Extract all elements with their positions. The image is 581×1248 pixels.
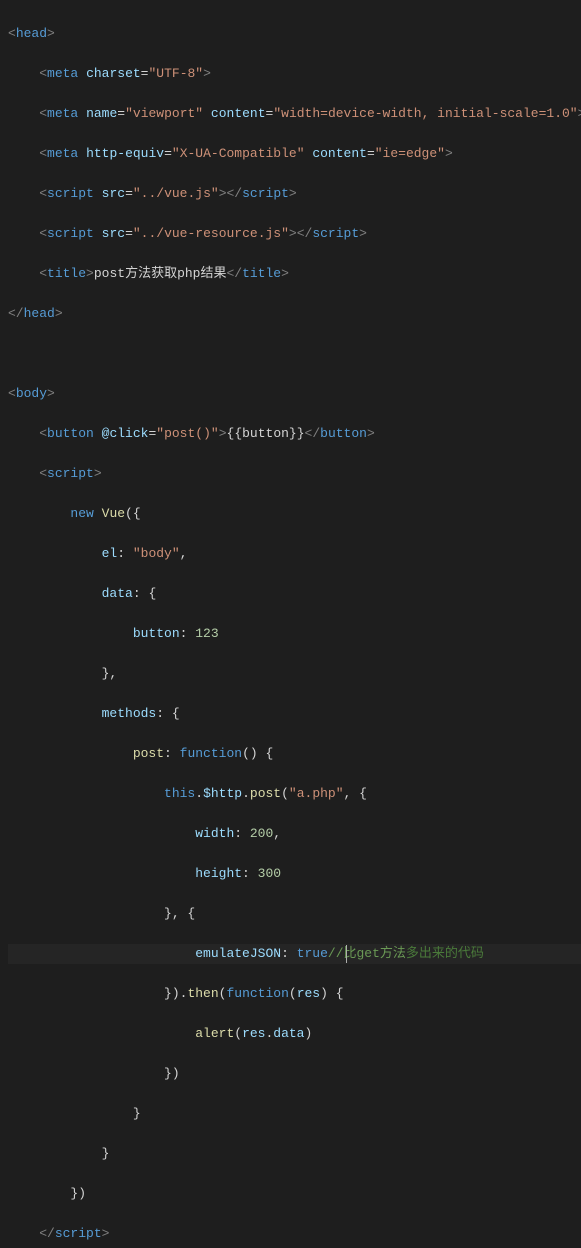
title-tag: title [47, 266, 86, 281]
keyword: function [226, 986, 288, 1001]
script-tag: script [242, 186, 289, 201]
code-line[interactable]: post: function() { [8, 744, 581, 764]
code-line[interactable]: new Vue({ [8, 504, 581, 524]
code-line[interactable]: </head> [8, 304, 581, 324]
string: "post()" [156, 426, 218, 441]
property: button [133, 626, 180, 641]
code-line[interactable]: }) [8, 1184, 581, 1204]
code-line[interactable]: <body> [8, 384, 581, 404]
property: emulateJSON [195, 946, 281, 961]
string: "../vue-resource.js" [133, 226, 289, 241]
code-line[interactable]: }).then(function(res) { [8, 984, 581, 1004]
title-tag: title [242, 266, 281, 281]
script-tag: script [55, 1226, 102, 1241]
method: then [187, 986, 218, 1001]
attr: name [86, 106, 117, 121]
code-line[interactable]: <title>post方法获取php结果</title> [8, 264, 581, 284]
code-line[interactable]: button: 123 [8, 624, 581, 644]
text-cursor [346, 945, 347, 963]
code-editor[interactable]: <head> <meta charset="UTF-8"> <meta name… [0, 4, 581, 1248]
keyword: new [70, 506, 93, 521]
property: height [195, 866, 242, 881]
button-content: {{button}} [227, 426, 305, 441]
code-line[interactable]: <script src="../vue-resource.js"></scrip… [8, 224, 581, 244]
code-line[interactable]: methods: { [8, 704, 581, 724]
code-line[interactable]: }, [8, 664, 581, 684]
code-line[interactable]: }, { [8, 904, 581, 924]
comment: 多出来的代码 [406, 946, 484, 961]
code-line[interactable]: <script src="../vue.js"></script> [8, 184, 581, 204]
code-line[interactable]: <meta http-equiv="X-UA-Compatible" conte… [8, 144, 581, 164]
head-tag: head [16, 26, 47, 41]
title-content: post方法获取php结果 [94, 266, 227, 281]
keyword: function [180, 746, 242, 761]
string: "a.php" [289, 786, 344, 801]
string: "viewport" [125, 106, 203, 121]
code-line[interactable]: } [8, 1144, 581, 1164]
attr: @click [102, 426, 149, 441]
string: "ie=edge" [375, 146, 445, 161]
code-line[interactable]: el: "body", [8, 544, 581, 564]
property: methods [102, 706, 157, 721]
code-line[interactable]: <head> [8, 24, 581, 44]
attr: charset [86, 66, 141, 81]
attr: src [102, 226, 125, 241]
attr: src [102, 186, 125, 201]
code-line[interactable]: </script> [8, 1224, 581, 1244]
attr: http-equiv [86, 146, 164, 161]
script-tag: script [47, 186, 94, 201]
string: "width=device-width, initial-scale=1.0" [273, 106, 577, 121]
code-line[interactable]: data: { [8, 584, 581, 604]
code-line[interactable]: <meta charset="UTF-8"> [8, 64, 581, 84]
meta-tag: meta [47, 146, 78, 161]
property: width [195, 826, 234, 841]
boolean: true [297, 946, 328, 961]
string: "X-UA-Compatible" [172, 146, 305, 161]
variable: res [242, 1026, 265, 1041]
script-tag: script [47, 466, 94, 481]
code-line[interactable]: emulateJSON: true//比get方法多出来的代码 [8, 944, 581, 964]
number: 123 [195, 626, 218, 641]
code-line[interactable]: <script> [8, 464, 581, 484]
param: res [297, 986, 320, 1001]
code-line[interactable]: this.$http.post("a.php", { [8, 784, 581, 804]
meta-tag: meta [47, 66, 78, 81]
string: "body" [133, 546, 180, 561]
code-line[interactable]: <button @click="post()">{{button}}</butt… [8, 424, 581, 444]
button-tag: button [320, 426, 367, 441]
code-line[interactable]: width: 200, [8, 824, 581, 844]
class-name: Vue [102, 506, 125, 521]
number: 200 [250, 826, 273, 841]
property: data [102, 586, 133, 601]
keyword: this [164, 786, 195, 801]
property: data [273, 1026, 304, 1041]
code-line[interactable]: <meta name="viewport" content="width=dev… [8, 104, 581, 124]
code-line[interactable]: } [8, 1104, 581, 1124]
code-line[interactable]: }) [8, 1064, 581, 1084]
button-tag: button [47, 426, 94, 441]
method: post [133, 746, 164, 761]
script-tag: script [47, 226, 94, 241]
attr: content [312, 146, 367, 161]
property: $http [203, 786, 242, 801]
string: "UTF-8" [148, 66, 203, 81]
comment: //比get方法 [328, 946, 406, 961]
script-tag: script [312, 226, 359, 241]
property: el [102, 546, 118, 561]
function: alert [195, 1026, 234, 1041]
code-line[interactable]: alert(res.data) [8, 1024, 581, 1044]
code-line[interactable] [8, 344, 581, 364]
attr: content [211, 106, 266, 121]
body-tag: body [16, 386, 47, 401]
method: post [250, 786, 281, 801]
code-line[interactable]: height: 300 [8, 864, 581, 884]
meta-tag: meta [47, 106, 78, 121]
head-tag: head [24, 306, 55, 321]
string: "../vue.js" [133, 186, 219, 201]
number: 300 [258, 866, 281, 881]
